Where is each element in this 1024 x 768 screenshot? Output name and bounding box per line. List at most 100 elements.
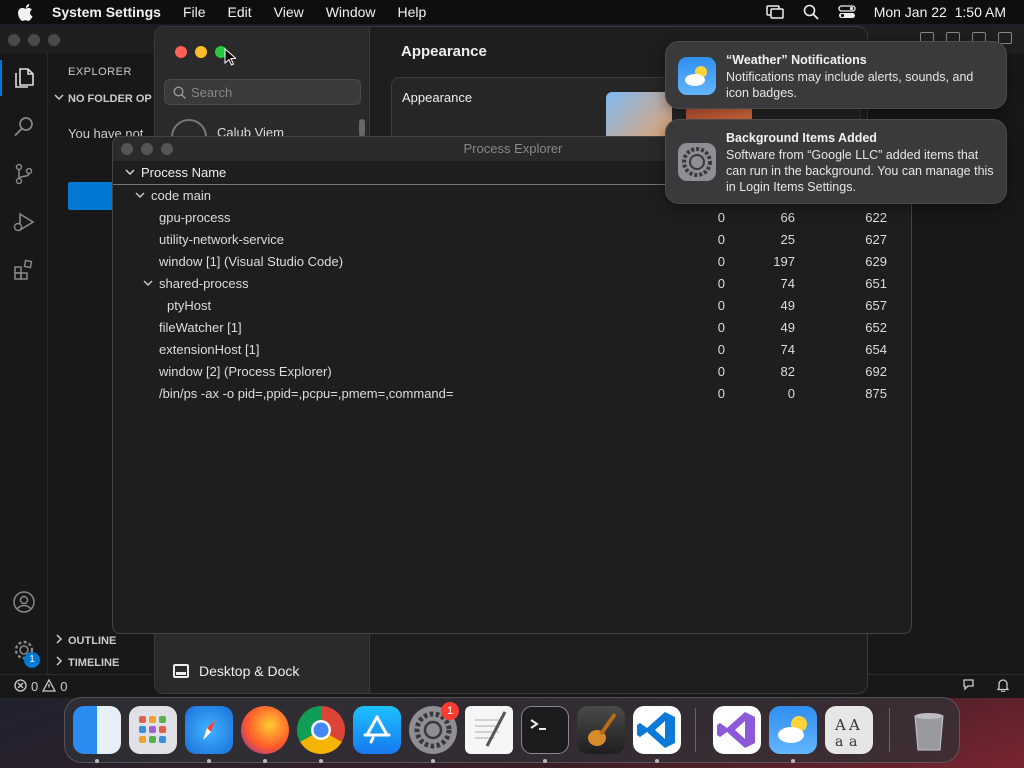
finder-icon[interactable] bbox=[73, 706, 121, 754]
table-row[interactable]: /bin/ps -ax -o pid=,ppid=,pcpu=,pmem=,co… bbox=[113, 383, 911, 405]
page-title: Appearance bbox=[401, 43, 487, 60]
process-value-2: 49 bbox=[780, 298, 795, 313]
process-value-1: 0 bbox=[717, 254, 725, 269]
sidebar-scrollbar[interactable] bbox=[359, 119, 365, 137]
notification-body: Notifications may include alerts, sounds… bbox=[726, 70, 974, 100]
process-pid: 622 bbox=[865, 210, 887, 225]
launchpad-icon[interactable] bbox=[129, 706, 177, 754]
process-name: /bin/ps -ax -o pid=,ppid=,pcpu=,pmem=,co… bbox=[159, 386, 454, 401]
chrome-icon[interactable] bbox=[297, 706, 345, 754]
table-row[interactable]: gpu-process 0 66 622 bbox=[113, 207, 911, 229]
chevron-down-icon[interactable] bbox=[135, 188, 145, 203]
menu-file[interactable]: File bbox=[183, 4, 206, 20]
extensions-icon[interactable] bbox=[12, 258, 36, 282]
chevron-right-icon bbox=[54, 656, 64, 669]
process-value-2: 0 bbox=[787, 386, 795, 401]
warning-icon bbox=[42, 678, 57, 695]
settings-search-input[interactable]: Search bbox=[164, 79, 361, 105]
system-settings-gear-icon bbox=[678, 143, 716, 181]
no-folder-section[interactable]: NO FOLDER OP bbox=[54, 92, 152, 105]
table-row[interactable]: fileWatcher [1] 0 49 652 bbox=[113, 317, 911, 339]
table-row[interactable]: window [2] (Process Explorer) 0 82 692 bbox=[113, 361, 911, 383]
table-row[interactable]: utility-network-service 0 25 627 bbox=[113, 229, 911, 251]
svg-text:A: A bbox=[834, 716, 846, 734]
garageband-icon[interactable] bbox=[577, 706, 625, 754]
dock-separator bbox=[695, 708, 696, 752]
process-value-1: 0 bbox=[717, 342, 725, 357]
vscode-minimize-button[interactable] bbox=[28, 34, 40, 46]
running-indicator bbox=[791, 759, 795, 763]
vscode-app-icon[interactable] bbox=[633, 706, 681, 754]
table-row[interactable]: window [1] (Visual Studio Code) 0 197 62… bbox=[113, 251, 911, 273]
svg-text:a: a bbox=[849, 734, 857, 750]
font-book-icon[interactable]: AAaa bbox=[825, 706, 873, 754]
safari-icon[interactable] bbox=[185, 706, 233, 754]
pe-close-button[interactable] bbox=[121, 143, 133, 155]
minimize-window-button[interactable] bbox=[195, 46, 207, 58]
chevron-down-icon bbox=[54, 92, 64, 105]
process-value-1: 0 bbox=[717, 386, 725, 401]
timeline-label: TIMELINE bbox=[68, 656, 120, 669]
process-pid: 875 bbox=[865, 386, 887, 401]
column-header-process-name[interactable]: Process Name bbox=[125, 165, 226, 180]
app-store-icon[interactable] bbox=[353, 706, 401, 754]
outline-section[interactable]: OUTLINE bbox=[54, 634, 116, 647]
background-items-notification[interactable]: Background Items Added Software from “Go… bbox=[665, 119, 1007, 204]
spotlight-search-icon[interactable] bbox=[802, 4, 820, 20]
control-center-icon[interactable] bbox=[838, 4, 856, 20]
process-name: code main bbox=[135, 188, 211, 203]
manage-gear-icon[interactable]: 1 bbox=[12, 638, 40, 668]
accounts-icon[interactable] bbox=[12, 590, 36, 614]
trash-icon[interactable] bbox=[905, 706, 953, 754]
search-icon[interactable] bbox=[12, 114, 36, 138]
process-name: window [2] (Process Explorer) bbox=[159, 364, 332, 379]
source-control-icon[interactable] bbox=[12, 162, 36, 186]
appearance-card-title: Appearance bbox=[402, 90, 473, 105]
pe-maximize-button[interactable] bbox=[161, 143, 173, 155]
sidebar-item-desktop-dock[interactable]: Desktop & Dock bbox=[173, 663, 299, 679]
process-value-2: 25 bbox=[780, 232, 795, 247]
pe-minimize-button[interactable] bbox=[141, 143, 153, 155]
visual-studio-icon[interactable] bbox=[713, 706, 761, 754]
firefox-icon[interactable] bbox=[241, 706, 289, 754]
menu-window[interactable]: Window bbox=[326, 4, 376, 20]
table-row[interactable]: extensionHost [1] 0 74 654 bbox=[113, 339, 911, 361]
error-count: 0 bbox=[31, 679, 39, 694]
chevron-right-icon bbox=[54, 634, 64, 647]
svg-text:A: A bbox=[848, 716, 860, 734]
dock-separator bbox=[889, 708, 890, 752]
mouse-cursor-icon bbox=[224, 47, 238, 71]
menu-view[interactable]: View bbox=[274, 4, 304, 20]
notifications-bell-icon[interactable] bbox=[996, 678, 1010, 695]
process-value-2: 66 bbox=[780, 210, 795, 225]
menu-edit[interactable]: Edit bbox=[228, 4, 252, 20]
vscode-close-button[interactable] bbox=[8, 34, 20, 46]
problems-status[interactable]: 0 0 bbox=[14, 678, 68, 695]
weather-app-icon[interactable] bbox=[769, 706, 817, 754]
menu-app-name[interactable]: System Settings bbox=[52, 4, 161, 20]
process-pid: 627 bbox=[865, 232, 887, 247]
svg-text:a: a bbox=[835, 734, 843, 750]
process-value-1: 0 bbox=[717, 364, 725, 379]
terminal-icon[interactable] bbox=[521, 706, 569, 754]
warning-count: 0 bbox=[60, 679, 68, 694]
screen-mirroring-icon[interactable] bbox=[765, 4, 784, 20]
menu-help[interactable]: Help bbox=[398, 4, 427, 20]
close-window-button[interactable] bbox=[175, 46, 187, 58]
run-debug-icon[interactable] bbox=[12, 210, 36, 234]
process-value-1: 0 bbox=[717, 210, 725, 225]
table-row[interactable]: shared-process 0 74 651 bbox=[113, 273, 911, 295]
timeline-section[interactable]: TIMELINE bbox=[54, 656, 119, 669]
weather-notification[interactable]: “Weather” Notifications Notifications ma… bbox=[665, 41, 1007, 109]
system-settings-badge: 1 bbox=[441, 702, 459, 720]
menubar-clock[interactable]: Mon Jan 22 1:50 AM bbox=[874, 4, 1006, 20]
explorer-files-icon[interactable] bbox=[0, 60, 36, 96]
running-indicator bbox=[543, 759, 547, 763]
table-row[interactable]: ptyHost 0 49 657 bbox=[113, 295, 911, 317]
process-name: utility-network-service bbox=[159, 232, 284, 247]
vscode-maximize-button[interactable] bbox=[48, 34, 60, 46]
apple-icon[interactable] bbox=[18, 3, 36, 21]
feedback-icon[interactable] bbox=[962, 678, 978, 695]
textedit-icon[interactable] bbox=[465, 706, 513, 754]
chevron-down-icon[interactable] bbox=[143, 276, 153, 291]
